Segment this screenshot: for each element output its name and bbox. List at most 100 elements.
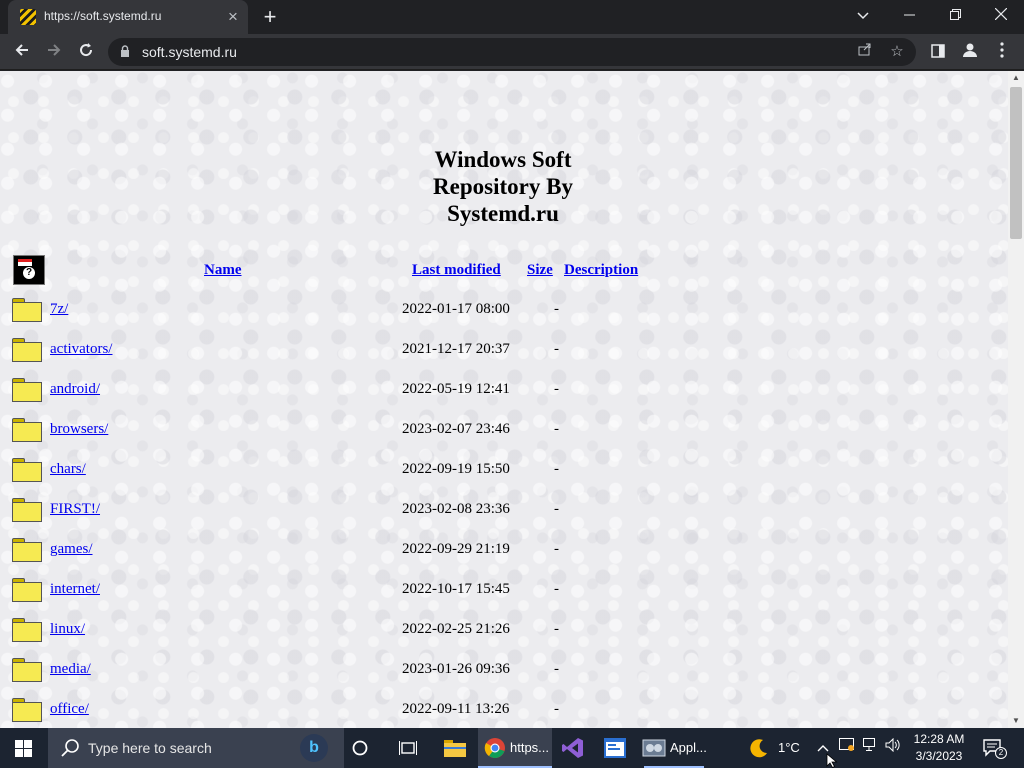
security-tray-icon[interactable] <box>838 738 856 758</box>
folder-link[interactable]: browsers/ <box>50 421 108 438</box>
tab-strip: https://soft.systemd.ru × + <box>0 0 1024 34</box>
folder-icon <box>12 538 42 562</box>
folder-icon <box>12 378 42 402</box>
folder-icon <box>12 298 42 322</box>
forward-button[interactable] <box>40 38 68 66</box>
size-cell: - <box>554 701 559 717</box>
page-content: Windows Soft Repository By Systemd.ru ? … <box>0 71 1008 728</box>
scroll-thumb[interactable] <box>1010 87 1022 239</box>
visual-studio-icon <box>562 738 583 758</box>
close-window-button[interactable] <box>978 0 1024 32</box>
start-button[interactable] <box>0 728 48 768</box>
close-tab-icon[interactable]: × <box>224 8 242 26</box>
last-modified-cell: 2022-02-25 21:26 <box>402 621 510 637</box>
weather-widget[interactable]: 1°C <box>744 728 804 768</box>
restore-button[interactable] <box>932 0 978 32</box>
size-cell: - <box>554 341 559 357</box>
volume-icon[interactable] <box>884 737 902 758</box>
size-cell: - <box>554 381 559 397</box>
browser-toolbar: soft.systemd.ru ☆ <box>0 34 1024 70</box>
chrome-taskbar-button[interactable]: https... <box>478 728 552 768</box>
notification-center-button[interactable]: 2 <box>982 736 1007 760</box>
size-cell: - <box>554 541 559 557</box>
side-panel-button[interactable] <box>924 38 952 66</box>
folder-link[interactable]: office/ <box>50 701 89 718</box>
title-line: Windows Soft <box>434 147 572 172</box>
folder-icon <box>12 338 42 362</box>
task-view-icon <box>399 741 417 755</box>
last-modified-cell: 2023-02-07 23:46 <box>402 421 510 437</box>
window-app-icon <box>604 738 626 758</box>
sort-by-size-link[interactable]: Size <box>527 262 553 279</box>
windows-logo-icon <box>15 740 32 757</box>
page-scrollbar[interactable]: ▲ ▼ <box>1008 71 1024 728</box>
mouse-cursor-icon <box>826 753 838 768</box>
bookmark-star-icon[interactable]: ☆ <box>886 41 908 63</box>
taskbar: Type here to search b https... Appl... 1… <box>0 728 1024 768</box>
page-title: Windows Soft Repository By Systemd.ru <box>403 146 603 227</box>
folder-link[interactable]: games/ <box>50 541 93 558</box>
moon-icon <box>750 739 767 758</box>
address-bar[interactable]: soft.systemd.ru ☆ <box>108 38 916 66</box>
window-app-button[interactable] <box>598 728 632 768</box>
search-icon <box>61 739 79 757</box>
folder-link[interactable]: internet/ <box>50 581 100 598</box>
sort-by-last-modified-link[interactable]: Last modified <box>412 262 501 279</box>
system-clock[interactable]: 12:28 AM 3/3/2023 <box>906 731 972 765</box>
tab-title: https://soft.systemd.ru <box>44 9 162 23</box>
visual-studio-button[interactable] <box>558 728 588 768</box>
size-cell: - <box>554 301 559 317</box>
profile-button[interactable] <box>956 38 984 66</box>
folder-link[interactable]: android/ <box>50 381 100 398</box>
folder-link[interactable]: FIRST!/ <box>50 501 100 518</box>
new-tab-button[interactable]: + <box>258 5 282 29</box>
table-row: chars/2022-09-19 15:50 - <box>0 457 700 497</box>
sort-by-description-link[interactable]: Description <box>564 262 638 279</box>
notification-count-badge: 2 <box>995 747 1007 759</box>
table-row: browsers/2023-02-07 23:46 - <box>0 417 700 457</box>
file-explorer-button[interactable] <box>440 728 470 768</box>
app-icon <box>642 739 666 757</box>
last-modified-cell: 2022-10-17 15:45 <box>402 581 510 597</box>
back-button[interactable] <box>8 38 36 66</box>
folder-link[interactable]: 7z/ <box>50 301 68 318</box>
menu-button[interactable] <box>988 38 1016 66</box>
table-row: games/2022-09-29 21:19 - <box>0 537 700 577</box>
scroll-up-arrow-icon[interactable]: ▲ <box>1008 71 1024 85</box>
weather-temperature: 1°C <box>778 740 800 755</box>
folder-icon <box>12 578 42 602</box>
size-cell: - <box>554 621 559 637</box>
table-row: internet/2022-10-17 15:45 - <box>0 577 700 617</box>
task-view-button[interactable] <box>394 728 422 768</box>
folder-icon <box>12 498 42 522</box>
last-modified-cell: 2022-09-29 21:19 <box>402 541 510 557</box>
sort-by-name-link[interactable]: Name <box>204 262 242 279</box>
cortana-circle-icon <box>352 740 368 756</box>
last-modified-cell: 2022-09-19 15:50 <box>402 461 510 477</box>
taskbar-search-box[interactable]: Type here to search b <box>48 728 344 768</box>
folder-link[interactable]: linux/ <box>50 621 85 638</box>
last-modified-cell: 2023-01-26 09:36 <box>402 661 510 677</box>
app-taskbar-button[interactable]: Appl... <box>638 728 710 768</box>
folder-link[interactable]: media/ <box>50 661 91 678</box>
scroll-down-arrow-icon[interactable]: ▼ <box>1008 714 1024 728</box>
folder-icon <box>12 458 42 482</box>
share-icon[interactable] <box>854 41 876 63</box>
folder-link[interactable]: chars/ <box>50 461 86 478</box>
network-icon[interactable] <box>862 738 880 758</box>
cortana-button[interactable] <box>346 728 374 768</box>
folder-link[interactable]: activators/ <box>50 341 112 358</box>
chrome-icon <box>484 738 505 758</box>
table-row: office/2022-09-11 13:26 - <box>0 697 700 728</box>
table-row: FIRST!/ 2023-02-08 23:36 - <box>0 497 700 537</box>
lock-icon <box>121 45 129 57</box>
table-row: android/2022-05-19 12:41 - <box>0 377 700 417</box>
tab-search-button[interactable] <box>840 0 886 32</box>
table-row: media/2023-01-26 09:36 - <box>0 657 700 697</box>
last-modified-cell: 2023-02-08 23:36 <box>402 501 510 517</box>
table-row: activators/2021-12-17 20:37 - <box>0 337 700 377</box>
minimize-button[interactable] <box>886 0 932 32</box>
bing-icon[interactable]: b <box>300 734 328 762</box>
reload-button[interactable] <box>72 38 100 66</box>
browser-tab[interactable]: https://soft.systemd.ru × <box>8 0 248 34</box>
